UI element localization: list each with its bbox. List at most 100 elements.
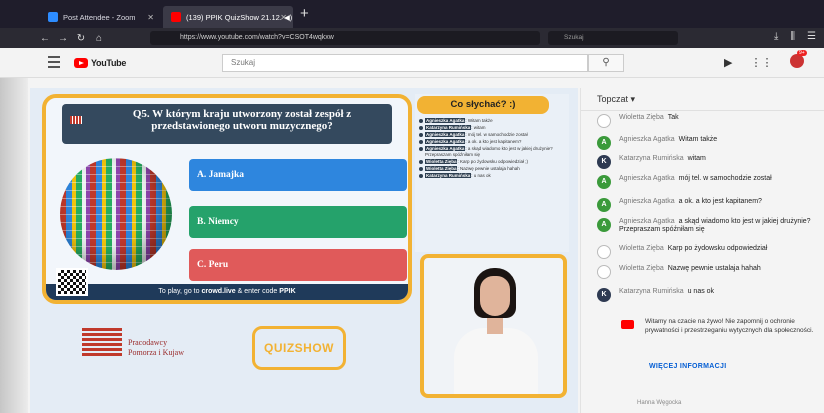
youtube-logo[interactable]: YouTube [74, 58, 126, 68]
sponsor-name: Pracodawcy Pomorza i Kujaw [128, 338, 184, 358]
chat-overlay-author: Wioletta Zięba [425, 158, 458, 164]
chat-message[interactable]: Wioletta Zięba Nazwę pewnie ustalaja haha… [597, 265, 824, 281]
chat-message[interactable]: Wioletta Zięba Tak [597, 114, 824, 130]
search-button[interactable]: ⚲ [588, 54, 624, 72]
chat-overlay-line: Agnieszka Agatka: a ok. a kto jest kapit… [419, 139, 567, 145]
chat-overlay-text: : witam [471, 125, 486, 130]
avatar[interactable] [597, 265, 611, 279]
next-message-author: Hanna Węgocka [637, 400, 682, 406]
screen: Post Attendee - Zoom ✕ (139) PPIK QuizSh… [0, 0, 824, 413]
new-tab-icon[interactable]: + [300, 5, 309, 22]
tab-label: Post Attendee - Zoom [63, 12, 136, 22]
answer-b: B. Niemcy [189, 206, 407, 238]
chat-message-content: Wioletta Zięba Karp po żydowsku odpowiedz… [619, 245, 767, 253]
chat-overlay-line: Agnieszka Agatka: a skąd wiadomo kto jes… [419, 146, 567, 157]
chat-overlay-text: : a ok. a kto jest kapitanem? [465, 139, 522, 144]
chat-message[interactable]: A Agnieszka Agatka mój tel. w samochodzie … [597, 175, 824, 191]
chat-message-content: Wioletta Zięba Nazwę pewnie ustalaja haha… [619, 265, 761, 273]
menu-icon[interactable]: ☰ [807, 31, 816, 42]
chat-overlay-line: Agnieszka Agatka: mój tel. w samochodzie… [419, 132, 567, 138]
avatar[interactable] [597, 114, 611, 128]
youtube-header: YouTube Szukaj ⚲ ▶ ⋮⋮ 9+ [0, 48, 824, 78]
host-body [454, 328, 538, 394]
chat-author[interactable]: Wioletta Zięba [619, 265, 664, 272]
url-bar[interactable]: https://www.youtube.com/watch?v=CSOT4wqk… [150, 31, 540, 45]
close-icon[interactable]: ✕ [280, 13, 287, 22]
chat-author[interactable]: Agnieszka Agatka [619, 136, 675, 143]
sponsor-line-1: Pracodawcy [128, 338, 168, 347]
chat-overlay-author: Wioletta Zięba [425, 165, 458, 171]
chat-author[interactable]: Agnieszka Agatka [619, 198, 675, 205]
tab-label: (139) PPIK QuizShow 21.12. ◀) [186, 12, 293, 22]
create-video-icon[interactable]: ▶ [724, 56, 732, 69]
close-icon[interactable]: ✕ [147, 13, 154, 22]
chat-text: witam [687, 155, 706, 162]
chat-overlay-text: : Witam także [465, 118, 493, 123]
host-face [480, 276, 510, 316]
chat-message-content: Wioletta Zięba Tak [619, 114, 679, 122]
notification-badge: 9+ [797, 50, 807, 56]
reload-icon[interactable]: ↻ [72, 33, 90, 44]
chat-author[interactable]: Wioletta Zięba [619, 245, 664, 252]
qr-code-icon [56, 268, 88, 296]
chat-author[interactable]: Wioletta Zięba [619, 114, 664, 121]
chat-author[interactable]: Katarzyna Rumińska [619, 155, 684, 162]
forward-icon[interactable]: → [54, 33, 72, 44]
chat-message[interactable]: A Agnieszka Agatka a skąd wiadomo kto jest… [597, 218, 824, 234]
question-bar: Q5. W którym kraju utworzony został zesp… [62, 104, 392, 144]
answer-a: A. Jamajka [189, 159, 407, 191]
join-site: crowd.live [201, 288, 236, 295]
library-icon[interactable]: ⫼ [790, 31, 795, 42]
hamburger-menu-icon[interactable] [48, 56, 60, 71]
chat-author[interactable]: Katarzyna Rumińska [619, 288, 684, 295]
chat-overlay-lines: Agnieszka Agatka: Witam także Katarzyna R… [419, 118, 567, 180]
chat-message[interactable]: A Agnieszka Agatka Witam także [597, 136, 824, 152]
search-input[interactable]: Szukaj [222, 54, 588, 72]
chat-overlay-author: Katarzyna Rumińska [425, 125, 472, 130]
video-player[interactable]: Q5. W którym kraju utworzony został zesp… [30, 88, 578, 413]
quiz-frame: Q5. W którym kraju utworzony został zesp… [42, 94, 412, 304]
avatar[interactable]: A [597, 136, 611, 150]
tab-zoom[interactable]: Post Attendee - Zoom ✕ [40, 6, 160, 28]
tab-youtube[interactable]: (139) PPIK QuizShow 21.12. ◀) ✕ [163, 6, 293, 28]
chat-overlay-author: Agnieszka Agatka [425, 118, 466, 123]
quizshow-logo: QUIZSHOW [252, 326, 346, 370]
chat-author[interactable]: Agnieszka Agatka [619, 218, 675, 225]
chat-text: Karp po żydowsku odpowiedział [667, 245, 768, 252]
chat-message-content: Agnieszka Agatka mój tel. w samochodzie z… [619, 175, 772, 183]
chat-message[interactable]: A Agnieszka Agatka a ok. a kto jest kapita… [597, 198, 824, 214]
sponsor-logo-icon [82, 328, 122, 362]
avatar[interactable]: A [597, 175, 611, 189]
sponsor-line-2: Pomorza i Kujaw [128, 348, 184, 357]
notifications-icon[interactable] [790, 54, 804, 68]
more-info-link[interactable]: WIĘCEJ INFORMACJI [649, 363, 726, 370]
chat-author[interactable]: Agnieszka Agatka [619, 175, 675, 182]
browser-toolbar: ← → ↻ ⌂ https://www.youtube.com/watch?v=… [0, 28, 824, 48]
chat-message[interactable]: Wioletta Zięba Karp po żydowsku odpowiedz… [597, 245, 824, 261]
apps-grid-icon[interactable]: ⋮⋮ [750, 56, 772, 69]
host-webcam [420, 254, 567, 398]
back-icon[interactable]: ← [36, 33, 54, 44]
flags-globe-image [60, 158, 172, 270]
chat-message-content: Agnieszka Agatka a ok. a kto jest kapitan… [619, 198, 762, 206]
chat-overlay-author: Katarzyna Rumińska [425, 172, 472, 178]
download-icon[interactable]: ⤓ [774, 31, 778, 42]
avatar[interactable]: A [597, 218, 611, 232]
chat-overlay-line: Katarzyna Rumińska: witam [419, 125, 567, 131]
youtube-play-icon [74, 58, 88, 68]
chat-mode-dropdown[interactable]: Topczat ▾ [597, 94, 635, 105]
chat-message[interactable]: K Katarzyna Rumińska u nas ok [597, 288, 824, 304]
browser-search-field[interactable]: Szukaj [548, 31, 678, 45]
chat-overlay-author: Agnieszka Agatka [425, 146, 466, 151]
avatar[interactable]: A [597, 198, 611, 212]
home-icon[interactable]: ⌂ [90, 33, 108, 44]
avatar[interactable]: K [597, 288, 611, 302]
youtube-wordmark: YouTube [91, 58, 127, 68]
avatar[interactable]: K [597, 155, 611, 169]
chat-message[interactable]: K Katarzyna Rumińska witam [597, 155, 824, 171]
chat-text: Witam także [678, 136, 718, 143]
avatar[interactable] [597, 245, 611, 259]
chat-overlay-author: Agnieszka Agatka [425, 139, 466, 144]
zoom-favicon-icon [48, 12, 58, 22]
header-actions: ▶ ⋮⋮ [724, 56, 772, 69]
